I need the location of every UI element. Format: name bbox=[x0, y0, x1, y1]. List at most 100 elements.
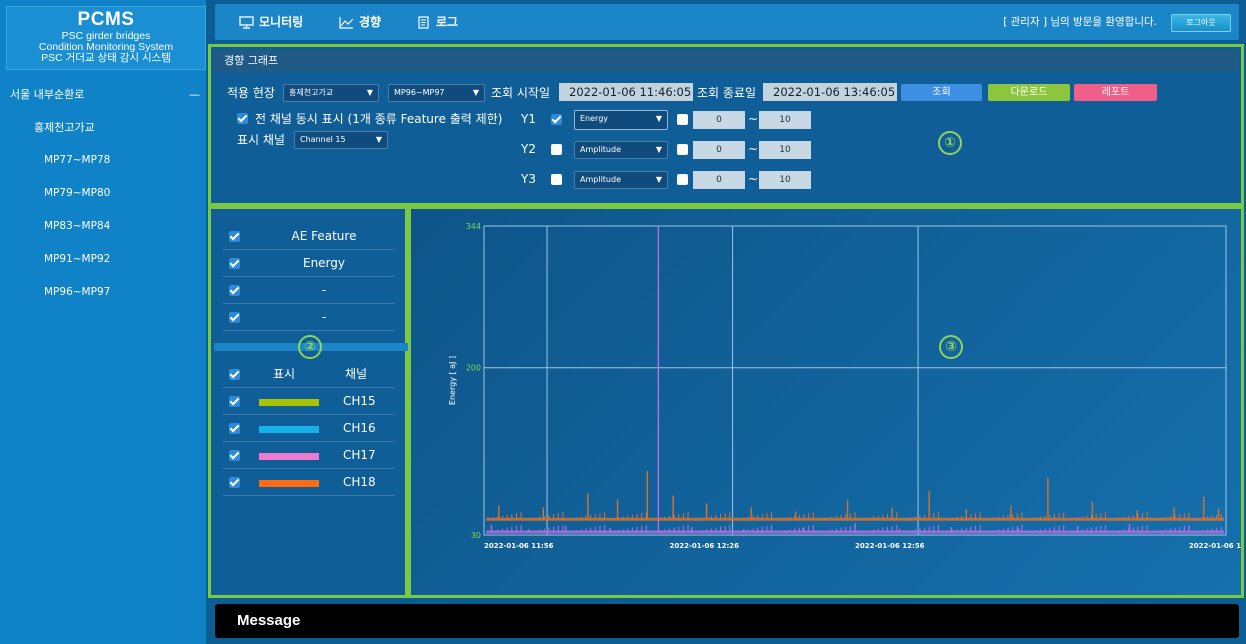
feature-label: AE Feature bbox=[291, 229, 357, 243]
y2-min-input[interactable]: 0 bbox=[693, 141, 745, 159]
y1-feature-select[interactable]: Energy ▼ bbox=[574, 110, 668, 130]
y3-feature-select[interactable]: Amplitude ▼ bbox=[574, 171, 668, 189]
start-date-label: 조회 시작일 bbox=[491, 86, 551, 100]
all-channel-checkbox[interactable] bbox=[237, 113, 248, 124]
tab-trend[interactable]: 경향 bbox=[339, 4, 381, 40]
y3-checkbox[interactable] bbox=[551, 174, 562, 185]
end-date-label: 조회 종료일 bbox=[697, 86, 757, 100]
y2-feature-value: Amplitude bbox=[580, 145, 621, 154]
y2-max-input[interactable]: 10 bbox=[759, 141, 811, 159]
select-all-checkbox[interactable] bbox=[229, 369, 240, 380]
channel-checkbox[interactable] bbox=[229, 396, 240, 407]
chart-panel: 344 200 30 2022-01-06 11:56 2022-01-06 12:26… bbox=[408, 206, 1244, 598]
y1-auto-checkbox[interactable] bbox=[677, 114, 688, 125]
feature-panel: AE Feature Energy - - ② 표시 채널 CH15 CH16 … bbox=[208, 206, 408, 598]
channel-select[interactable]: Channel 15 ▼ bbox=[294, 131, 388, 149]
channel-checkbox[interactable] bbox=[229, 450, 240, 461]
channel-checkbox[interactable] bbox=[229, 423, 240, 434]
table-row[interactable]: CH16 bbox=[223, 415, 395, 442]
channel-label: CH18 bbox=[343, 475, 376, 489]
channel-checkbox[interactable] bbox=[229, 477, 240, 488]
mp-select-value: MP96~MP97 bbox=[394, 88, 445, 97]
y2-feature-select[interactable]: Amplitude ▼ bbox=[574, 141, 668, 159]
y-tick-label: 30 bbox=[471, 531, 481, 540]
sidebar-item-mp[interactable]: MP96~MP97 bbox=[0, 276, 206, 309]
y3-auto-checkbox[interactable] bbox=[677, 174, 688, 185]
table-row[interactable]: CH18 bbox=[223, 469, 395, 496]
collapse-icon[interactable]: — bbox=[189, 78, 200, 111]
chevron-down-icon: ▼ bbox=[655, 114, 662, 123]
y3-max-input[interactable]: 10 bbox=[759, 171, 811, 189]
sidebar-item-bridge[interactable]: 홍제천고가교 bbox=[0, 111, 206, 144]
sidebar-nav: 서울 내부순환로 — 홍제천고가교 MP77~MP78 MP79~MP80 MP… bbox=[0, 78, 206, 309]
download-button[interactable]: 다운로드 bbox=[988, 84, 1070, 101]
site-select[interactable]: 홍제천고가교 ▼ bbox=[283, 84, 379, 102]
chevron-down-icon: ▼ bbox=[375, 135, 382, 144]
channel-select-value: Channel 15 bbox=[300, 135, 346, 144]
logout-button[interactable]: 로그아웃 bbox=[1171, 14, 1231, 32]
y1-checkbox[interactable] bbox=[551, 114, 562, 125]
channel-color-swatch bbox=[259, 399, 319, 406]
list-item[interactable]: AE Feature bbox=[223, 223, 395, 250]
feature-checkbox[interactable] bbox=[229, 231, 240, 242]
y1-feature-value: Energy bbox=[580, 114, 609, 123]
all-channel-label: 전 채널 동시 표시 (1개 종류 Feature 출력 제한) bbox=[255, 112, 503, 126]
y-axis-label: Energy [ aJ ] bbox=[448, 356, 457, 405]
plot-frame bbox=[483, 225, 1227, 536]
list-item[interactable]: Energy bbox=[223, 250, 395, 277]
channel-header-row: 표시 채널 bbox=[223, 361, 395, 388]
end-date-input[interactable]: 2022-01-06 13:46:05 bbox=[763, 83, 897, 101]
channel-color-swatch bbox=[259, 453, 319, 460]
start-date-input[interactable]: 2022-01-06 11:46:05 bbox=[559, 83, 693, 101]
y-tick-label: 200 bbox=[466, 364, 481, 373]
panel-title: 경향 그래프 bbox=[214, 50, 1238, 72]
mp-select[interactable]: MP96~MP97 ▼ bbox=[388, 84, 485, 102]
y2-checkbox[interactable] bbox=[551, 144, 562, 155]
trend-chart: 344 200 302022-01-06 11:56 2022-01-06 12:26… bbox=[448, 222, 1241, 550]
feature-checkbox[interactable] bbox=[229, 285, 240, 296]
chevron-down-icon: ▼ bbox=[366, 88, 373, 97]
sidebar-item-mp[interactable]: MP79~MP80 bbox=[0, 177, 206, 210]
document-icon bbox=[418, 15, 429, 29]
feature-checkbox[interactable] bbox=[229, 312, 240, 323]
message-bar: Message bbox=[215, 604, 1239, 638]
y3-min-input[interactable]: 0 bbox=[693, 171, 745, 189]
tab-monitoring[interactable]: 모니터링 bbox=[239, 4, 303, 40]
y3-label: Y3 bbox=[521, 172, 536, 186]
query-button[interactable]: 조회 bbox=[901, 84, 982, 101]
tab-log[interactable]: 로그 bbox=[416, 4, 458, 40]
site-label: 적용 현장 bbox=[227, 86, 275, 100]
x-tick-label: 2022-01-06 12:26 bbox=[670, 542, 740, 550]
y1-min-input[interactable]: 0 bbox=[693, 111, 745, 129]
query-panel: 경향 그래프 적용 현장 홍제천고가교 ▼ MP96~MP97 ▼ 조회 시작일… bbox=[208, 44, 1244, 206]
sidebar-item-region[interactable]: 서울 내부순환로 — bbox=[0, 78, 206, 111]
welcome-text: [ 관리자 ] 님의 방문을 환영합니다. bbox=[1003, 16, 1157, 28]
list-item[interactable]: - bbox=[223, 277, 395, 304]
report-button[interactable]: 레포트 bbox=[1074, 84, 1157, 101]
chevron-down-icon: ▼ bbox=[655, 145, 662, 154]
feature-label: - bbox=[321, 283, 327, 297]
annotation-three: ③ bbox=[939, 335, 963, 359]
annotation-two: ② bbox=[298, 335, 322, 359]
feature-checkbox[interactable] bbox=[229, 258, 240, 269]
list-item[interactable]: - bbox=[223, 304, 395, 331]
channel-label: CH15 bbox=[343, 394, 376, 408]
channel-label: 표시 채널 bbox=[237, 133, 285, 147]
y2-range-sep: ~ bbox=[748, 142, 759, 156]
y2-label: Y2 bbox=[521, 142, 536, 156]
y1-max-input[interactable]: 10 bbox=[759, 111, 811, 129]
channel-label: CH16 bbox=[343, 421, 376, 435]
annotation-one: ① bbox=[938, 131, 962, 155]
feature-label: - bbox=[321, 310, 327, 324]
sidebar-item-mp[interactable]: MP77~MP78 bbox=[0, 144, 206, 177]
x-tick-label: 2022-01-06 11:56 bbox=[484, 542, 554, 550]
y3-range-sep: ~ bbox=[748, 172, 759, 186]
sidebar-item-mp[interactable]: MP91~MP92 bbox=[0, 243, 206, 276]
y1-label: Y1 bbox=[521, 112, 536, 126]
tab-label: 로그 bbox=[436, 15, 459, 29]
table-row[interactable]: CH15 bbox=[223, 388, 395, 415]
app-title: PCMS bbox=[77, 9, 135, 30]
table-row[interactable]: CH17 bbox=[223, 442, 395, 469]
y2-auto-checkbox[interactable] bbox=[677, 144, 688, 155]
sidebar-item-mp[interactable]: MP83~MP84 bbox=[0, 210, 206, 243]
